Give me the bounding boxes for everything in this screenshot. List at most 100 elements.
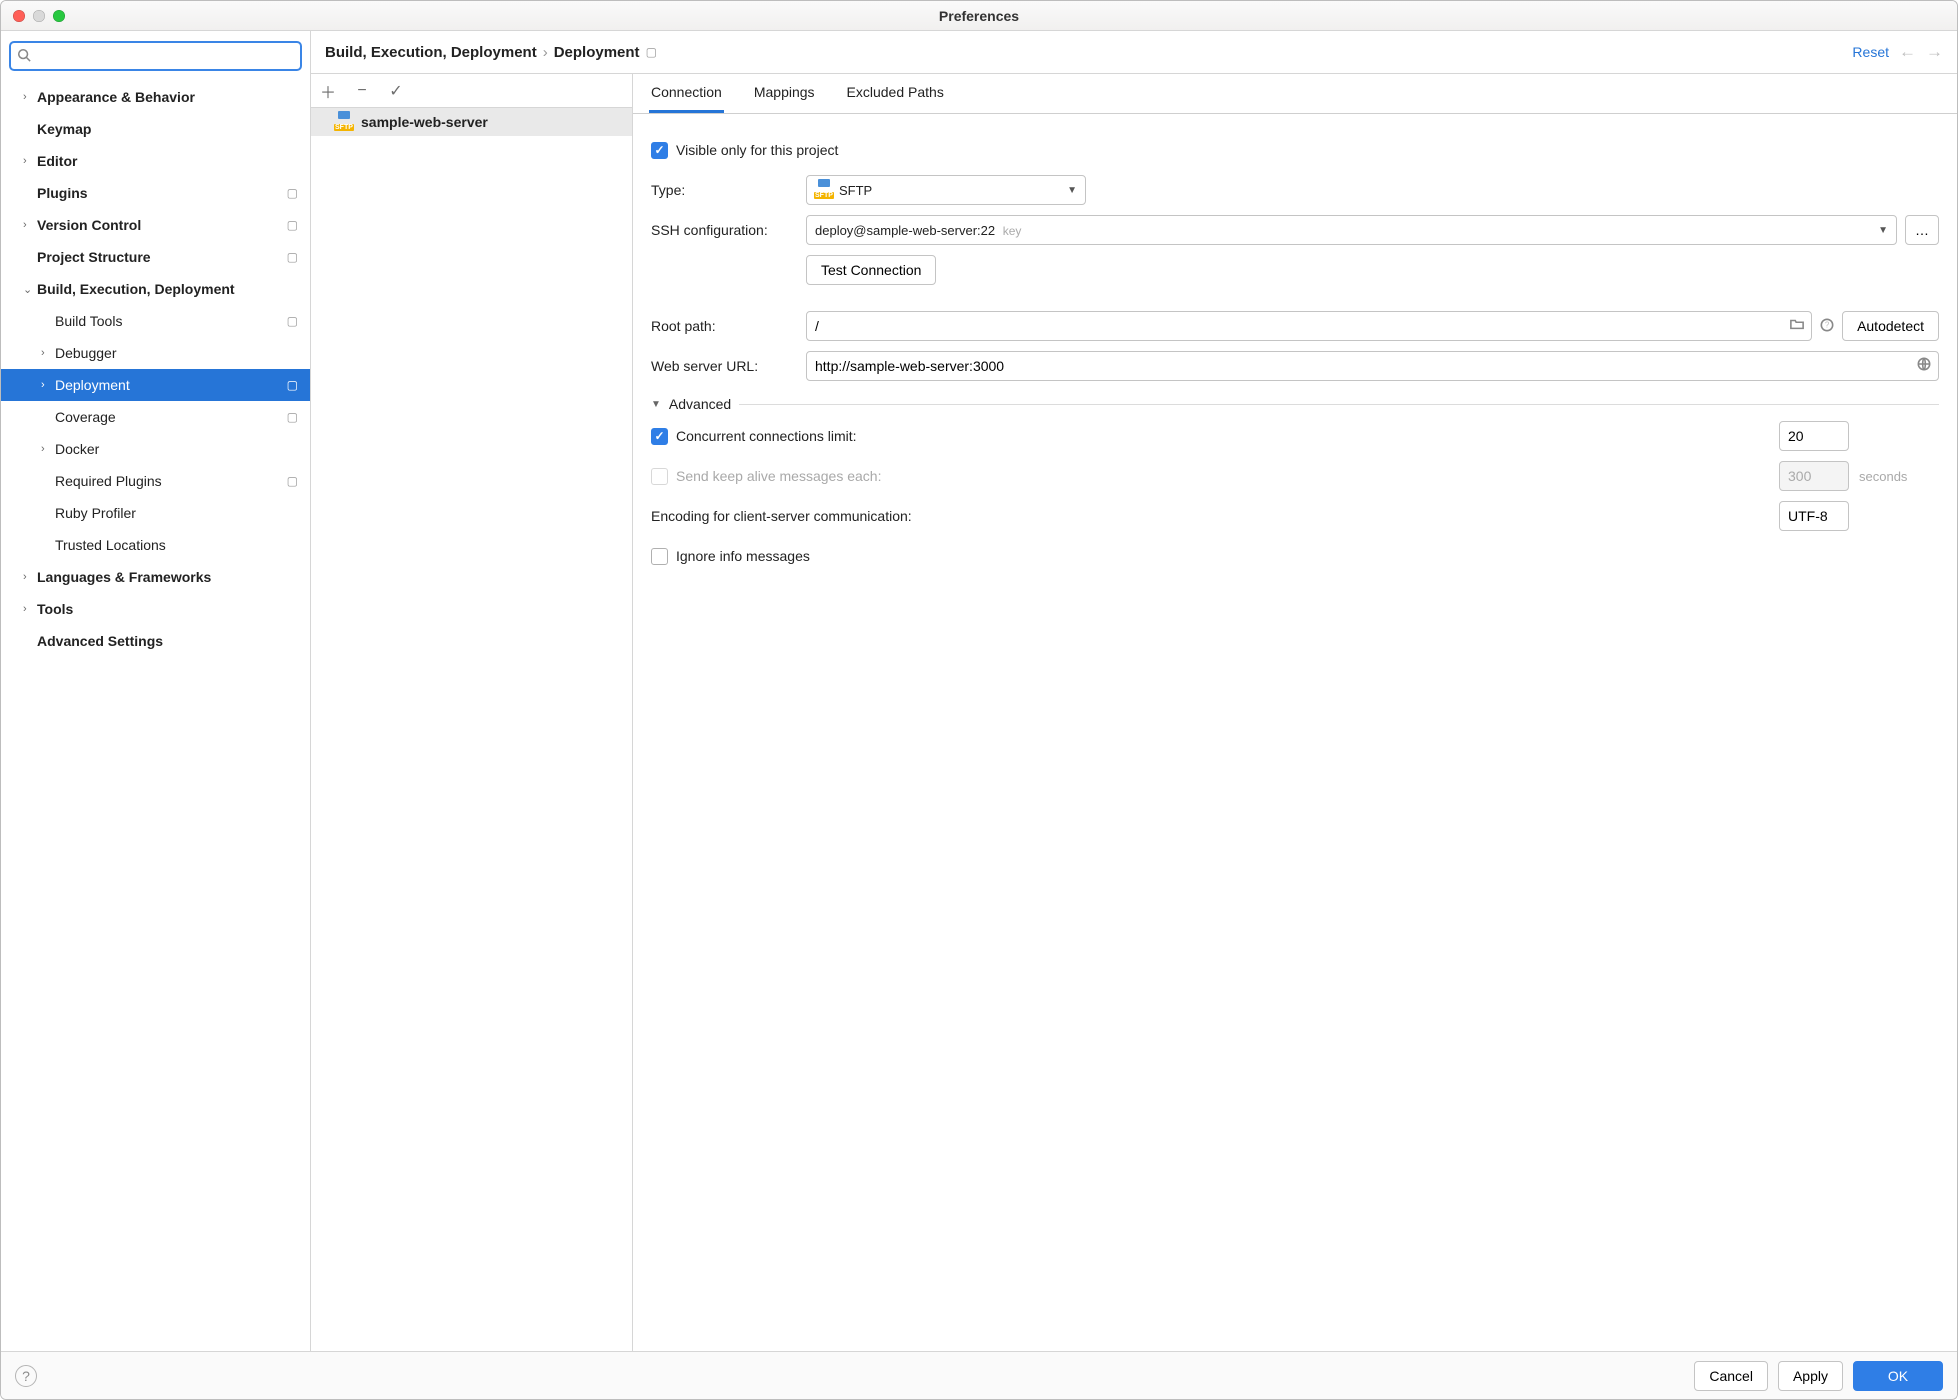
chevron-right-icon: › (23, 155, 37, 167)
sidebar-item-project-structure[interactable]: ›Project Structure▢ (1, 241, 310, 273)
close-window-button[interactable] (13, 10, 25, 22)
sidebar-item-ruby-profiler[interactable]: ›Ruby Profiler (1, 497, 310, 529)
sidebar-item-deployment[interactable]: ›Deployment▢ (1, 369, 310, 401)
concurrent-limit-input[interactable] (1779, 421, 1849, 451)
dialog-footer: ? Cancel Apply OK (1, 1351, 1957, 1399)
servers-toolbar: ＋ − ✓ (311, 74, 632, 108)
sidebar-item-label: Version Control (37, 217, 310, 233)
settings-tree[interactable]: ›Appearance & Behavior›Keymap›Editor›Plu… (1, 81, 310, 1351)
keepalive-input (1779, 461, 1849, 491)
autodetect-button[interactable]: Autodetect (1842, 311, 1939, 341)
server-name: sample-web-server (361, 114, 488, 130)
tab-excluded-paths[interactable]: Excluded Paths (845, 74, 946, 113)
ssh-config-label: SSH configuration: (651, 222, 806, 238)
connection-form: Visible only for this project Type: SFTP… (633, 114, 1957, 1351)
sidebar-item-appearance-behavior[interactable]: ›Appearance & Behavior (1, 81, 310, 113)
ssh-config-browse-button[interactable]: … (1905, 215, 1939, 245)
nav-forward-icon[interactable]: → (1926, 42, 1943, 62)
disclosure-triangle-icon: ▼ (651, 399, 661, 410)
project-scope-icon: ▢ (287, 410, 298, 424)
set-default-server-button[interactable]: ✓ (387, 81, 405, 101)
tab-connection[interactable]: Connection (649, 74, 724, 113)
type-select[interactable]: SFTP SFTP ▼ (806, 175, 1086, 205)
breadcrumb-separator-icon: › (543, 44, 548, 61)
server-item[interactable]: SFTP sample-web-server (311, 108, 632, 136)
sidebar-item-label: Advanced Settings (37, 633, 310, 649)
chevron-right-icon: › (23, 603, 37, 615)
zoom-window-button[interactable] (53, 10, 65, 22)
sidebar-item-label: Languages & Frameworks (37, 569, 310, 585)
project-scope-icon: ▢ (287, 186, 298, 200)
reset-button[interactable]: Reset (1852, 44, 1889, 60)
chevron-right-icon: › (23, 91, 37, 103)
visible-only-label: Visible only for this project (676, 142, 838, 158)
web-url-input[interactable] (806, 351, 1939, 381)
chevron-right-icon: › (41, 347, 55, 359)
advanced-section-header[interactable]: ▼ Advanced (651, 396, 1939, 412)
keepalive-unit: seconds (1859, 469, 1939, 484)
chevron-right-icon: › (41, 379, 55, 391)
root-path-label: Root path: (651, 318, 806, 334)
chevron-down-icon: ⌄ (23, 283, 37, 296)
sidebar-item-label: Deployment (55, 377, 310, 393)
sftp-icon: SFTP (335, 114, 353, 130)
sidebar-item-trusted-locations[interactable]: ›Trusted Locations (1, 529, 310, 561)
cancel-button[interactable]: Cancel (1694, 1361, 1768, 1391)
add-server-button[interactable]: ＋ (319, 79, 337, 103)
sidebar-item-tools[interactable]: ›Tools (1, 593, 310, 625)
project-scope-icon: ▢ (287, 250, 298, 264)
sidebar-item-label: Appearance & Behavior (37, 89, 310, 105)
sidebar-item-version-control[interactable]: ›Version Control▢ (1, 209, 310, 241)
ignore-info-checkbox[interactable] (651, 548, 668, 565)
sidebar-item-label: Keymap (37, 121, 310, 137)
sidebar-item-plugins[interactable]: ›Plugins▢ (1, 177, 310, 209)
settings-search-input[interactable] (36, 48, 294, 65)
chevron-right-icon: › (23, 219, 37, 231)
chevron-down-icon: ▼ (1067, 185, 1077, 196)
settings-search[interactable] (9, 41, 302, 71)
ignore-info-label: Ignore info messages (676, 548, 810, 564)
sidebar-item-coverage[interactable]: ›Coverage▢ (1, 401, 310, 433)
titlebar: Preferences (1, 1, 1957, 31)
project-scope-icon: ▢ (287, 474, 298, 488)
root-path-input[interactable] (806, 311, 1812, 341)
sidebar-item-docker[interactable]: ›Docker (1, 433, 310, 465)
encoding-input[interactable] (1779, 501, 1849, 531)
tab-mappings[interactable]: Mappings (752, 74, 817, 113)
sidebar-item-label: Trusted Locations (55, 537, 310, 553)
deployment-tabs: Connection Mappings Excluded Paths (633, 74, 1957, 114)
ssh-config-select[interactable]: deploy@sample-web-server:22 key ▼ (806, 215, 1897, 245)
globe-icon[interactable] (1917, 357, 1931, 374)
sidebar-item-build-tools[interactable]: ›Build Tools▢ (1, 305, 310, 337)
help-icon[interactable]: ? (1820, 318, 1834, 335)
preferences-window: Preferences ›Appearance & Behavior›Keyma… (0, 0, 1958, 1400)
remove-server-button[interactable]: − (353, 82, 371, 100)
server-list[interactable]: SFTP sample-web-server (311, 108, 632, 1351)
chevron-right-icon: › (41, 443, 55, 455)
visible-only-checkbox[interactable] (651, 142, 668, 159)
sidebar-item-build-execution-deployment[interactable]: ⌄Build, Execution, Deployment (1, 273, 310, 305)
sidebar-item-languages-frameworks[interactable]: ›Languages & Frameworks (1, 561, 310, 593)
breadcrumb: Build, Execution, Deployment › Deploymen… (325, 44, 657, 61)
sidebar-item-label: Build Tools (55, 313, 310, 329)
concurrent-limit-checkbox[interactable] (651, 428, 668, 445)
help-button[interactable]: ? (15, 1365, 37, 1387)
window-title: Preferences (1, 8, 1957, 24)
folder-icon[interactable] (1790, 317, 1804, 334)
chevron-down-icon: ▼ (1878, 225, 1888, 236)
keepalive-checkbox[interactable] (651, 468, 668, 485)
project-scope-icon: ▢ (646, 45, 657, 59)
ok-button[interactable]: OK (1853, 1361, 1943, 1391)
nav-back-icon[interactable]: ← (1899, 42, 1916, 62)
sidebar-item-keymap[interactable]: ›Keymap (1, 113, 310, 145)
apply-button[interactable]: Apply (1778, 1361, 1843, 1391)
test-connection-button[interactable]: Test Connection (806, 255, 936, 285)
sidebar-item-label: Build, Execution, Deployment (37, 281, 310, 297)
sidebar-item-required-plugins[interactable]: ›Required Plugins▢ (1, 465, 310, 497)
sidebar-item-label: Project Structure (37, 249, 310, 265)
sidebar-item-advanced-settings[interactable]: ›Advanced Settings (1, 625, 310, 657)
settings-sidebar: ›Appearance & Behavior›Keymap›Editor›Plu… (1, 31, 311, 1351)
sidebar-item-editor[interactable]: ›Editor (1, 145, 310, 177)
sidebar-item-label: Ruby Profiler (55, 505, 310, 521)
sidebar-item-debugger[interactable]: ›Debugger (1, 337, 310, 369)
